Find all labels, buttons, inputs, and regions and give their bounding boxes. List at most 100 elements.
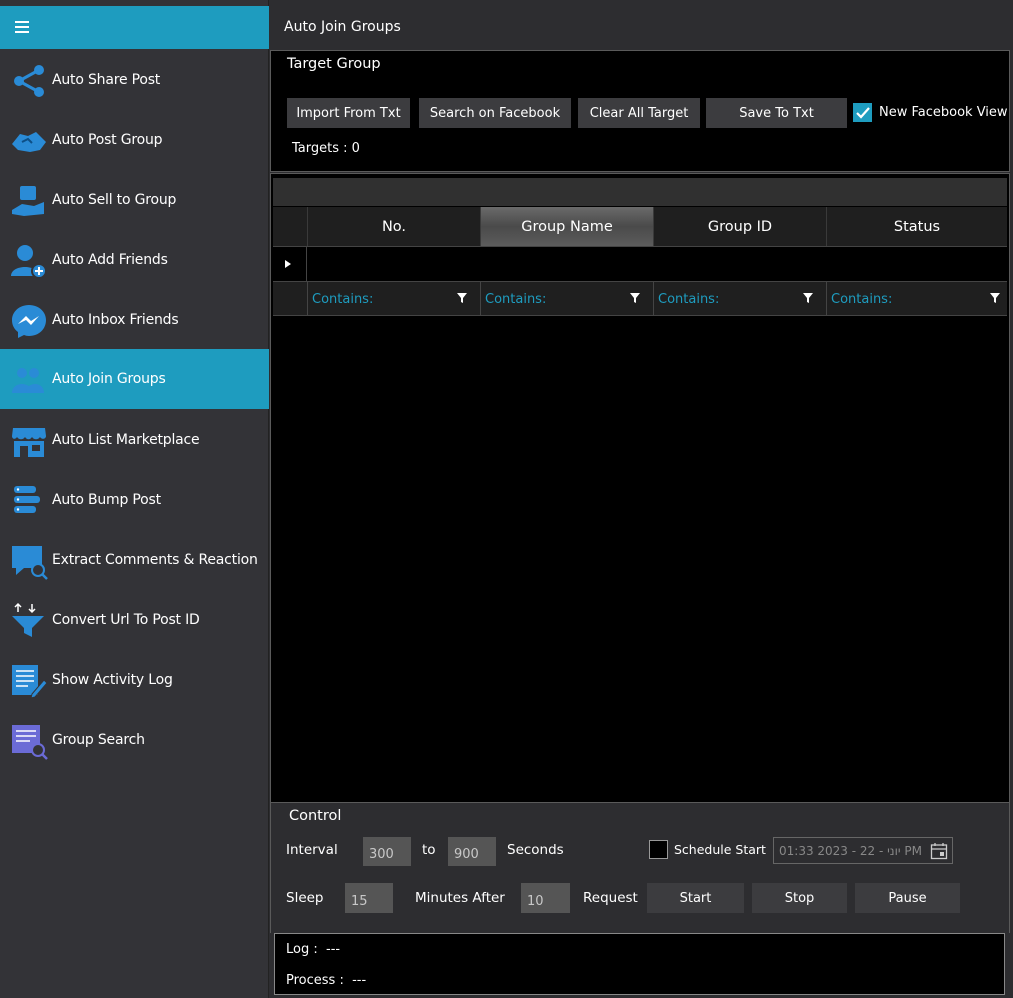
log-line: Log : ---: [286, 942, 340, 957]
filter-cell-status[interactable]: Contains:: [826, 282, 1007, 316]
checkbox-box[interactable]: [853, 103, 872, 122]
grid-header: No. Group Name Group ID Status: [273, 207, 1007, 246]
group-by-panel[interactable]: [273, 178, 1007, 206]
add-friend-icon: [11, 245, 47, 279]
request-label: Request: [583, 890, 638, 906]
sidebar-item-group-search[interactable]: Group Search: [0, 710, 269, 770]
sidebar-item-auto-share-post[interactable]: Auto Share Post: [0, 50, 269, 110]
clear-all-target-button[interactable]: Clear All Target: [578, 98, 700, 128]
schedule-datetime-picker[interactable]: 01:33 2023 - 22 - יוני PM: [773, 837, 953, 864]
filter-icon[interactable]: [989, 292, 1001, 304]
filter-operator: Contains:: [312, 292, 374, 307]
minutes-after-label: Minutes After: [415, 890, 505, 906]
filter-operator: Contains:: [658, 292, 720, 307]
sleep-input[interactable]: 15: [345, 883, 393, 913]
schedule-start-checkbox[interactable]: Schedule Start: [649, 840, 766, 859]
row-indicator-icon: [273, 247, 307, 282]
sidebar-item-auto-join-groups[interactable]: Auto Join Groups: [0, 349, 269, 409]
sidebar-item-show-activity-log[interactable]: Show Activity Log: [0, 650, 269, 710]
handshake-icon: [12, 132, 46, 152]
sidebar-item-label: Auto Share Post: [52, 72, 161, 88]
filter-cell-no[interactable]: Contains:: [307, 282, 480, 316]
bump-icon: [14, 486, 40, 513]
request-count-input[interactable]: 10: [521, 883, 570, 913]
calendar-icon[interactable]: [930, 842, 948, 860]
join-group-icon: [12, 368, 44, 393]
sidebar-item-auto-post-group[interactable]: Auto Post Group: [0, 110, 269, 170]
interval-label: Interval: [286, 842, 338, 858]
filter-operator: Contains:: [485, 292, 547, 307]
filter-icon[interactable]: [629, 292, 641, 304]
search-on-facebook-button[interactable]: Search on Facebook: [419, 98, 571, 128]
filter-cell-group-id[interactable]: Contains:: [653, 282, 826, 316]
groups-grid: No. Group Name Group ID Status Contains:…: [270, 173, 1010, 803]
process-line: Process : ---: [286, 973, 366, 988]
sleep-label: Sleep: [286, 890, 324, 906]
sidebar-item-auto-inbox-friends[interactable]: Auto Inbox Friends: [0, 290, 269, 350]
messenger-icon: [12, 305, 46, 338]
new-facebook-view-checkbox[interactable]: New Facebook View: [853, 103, 1008, 122]
sidebar-item-label: Auto Bump Post: [52, 492, 161, 508]
table-row[interactable]: [273, 246, 1007, 282]
filter-icon[interactable]: [456, 292, 468, 304]
interval-from-input[interactable]: 300: [363, 837, 411, 866]
target-group-title: Target Group: [287, 56, 381, 72]
control-title: Control: [289, 808, 342, 824]
sidebar-item-auto-list-marketplace[interactable]: Auto List Marketplace: [0, 410, 269, 470]
checkbox-box[interactable]: [649, 840, 668, 859]
sell-icon: [12, 186, 44, 216]
sidebar-item-auto-bump-post[interactable]: Auto Bump Post: [0, 470, 269, 530]
filter-cell-group-name[interactable]: Contains:: [480, 282, 653, 316]
save-to-txt-button[interactable]: Save To Txt: [706, 98, 847, 128]
hamburger-icon: [15, 21, 29, 33]
sidebar-item-label: Auto Sell to Group: [52, 192, 177, 208]
menu-toggle-button[interactable]: [0, 6, 269, 49]
target-group-panel: Target Group Import From Txt Search on F…: [270, 50, 1010, 172]
filter-icon[interactable]: [802, 292, 814, 304]
sidebar-item-label: Auto Post Group: [52, 132, 163, 148]
process-label: Process :: [286, 973, 344, 988]
sidebar-item-auto-add-friends[interactable]: Auto Add Friends: [0, 230, 269, 290]
new-facebook-view-label: New Facebook View: [879, 105, 1008, 120]
title-bar: Auto Join Groups: [270, 6, 1013, 49]
page-title: Auto Join Groups: [284, 19, 401, 35]
column-header-group-name[interactable]: Group Name: [480, 207, 653, 246]
start-button[interactable]: Start: [647, 883, 744, 913]
app-window: Auto Share Post Auto Post Group Auto Sel…: [0, 0, 1013, 998]
schedule-datetime-value: 01:33 2023 - 22 - יוני PM: [779, 843, 922, 858]
control-panel: Control Interval 300 to 900 Seconds Sche…: [270, 803, 1010, 933]
share-icon: [14, 65, 44, 97]
sidebar-item-convert-url[interactable]: Convert Url To Post ID: [0, 590, 269, 650]
stop-button[interactable]: Stop: [752, 883, 847, 913]
sidebar-item-auto-sell-to-group[interactable]: Auto Sell to Group: [0, 170, 269, 230]
sidebar-item-label: Convert Url To Post ID: [52, 612, 200, 628]
schedule-start-label: Schedule Start: [674, 842, 766, 857]
store-icon: [12, 428, 46, 457]
sidebar-item-label: Group Search: [52, 732, 145, 748]
log-panel: Log : --- Process : ---: [274, 933, 1005, 995]
activity-log-icon: [12, 665, 48, 699]
log-value: ---: [326, 942, 341, 957]
sidebar-item-label: Auto Inbox Friends: [52, 312, 179, 328]
targets-count: Targets : 0: [292, 141, 360, 156]
seconds-label: Seconds: [507, 842, 564, 858]
column-header-group-id[interactable]: Group ID: [653, 207, 826, 246]
sidebar-item-label: Show Activity Log: [52, 672, 173, 688]
filter-operator: Contains:: [831, 292, 893, 307]
funnel-convert-icon: [12, 602, 44, 637]
comment-search-icon: [12, 546, 48, 580]
to-label: to: [422, 842, 436, 858]
import-from-txt-button[interactable]: Import From Txt: [287, 98, 410, 128]
pause-button[interactable]: Pause: [855, 883, 960, 913]
sidebar-item-label: Auto List Marketplace: [52, 432, 200, 448]
column-header-no[interactable]: No.: [307, 207, 480, 246]
column-header-status[interactable]: Status: [826, 207, 1007, 246]
interval-to-input[interactable]: 900: [448, 837, 496, 866]
log-label: Log :: [286, 942, 318, 957]
sidebar-item-extract-comments[interactable]: Extract Comments & Reaction: [0, 530, 269, 590]
filter-row: Contains: Contains: Contains: Contains:: [273, 282, 1007, 316]
sidebar-item-label: Extract Comments & Reaction: [52, 552, 258, 568]
checkmark-icon: [855, 106, 870, 119]
group-search-icon: [12, 725, 48, 760]
sidebar-item-label: Auto Join Groups: [52, 371, 166, 387]
